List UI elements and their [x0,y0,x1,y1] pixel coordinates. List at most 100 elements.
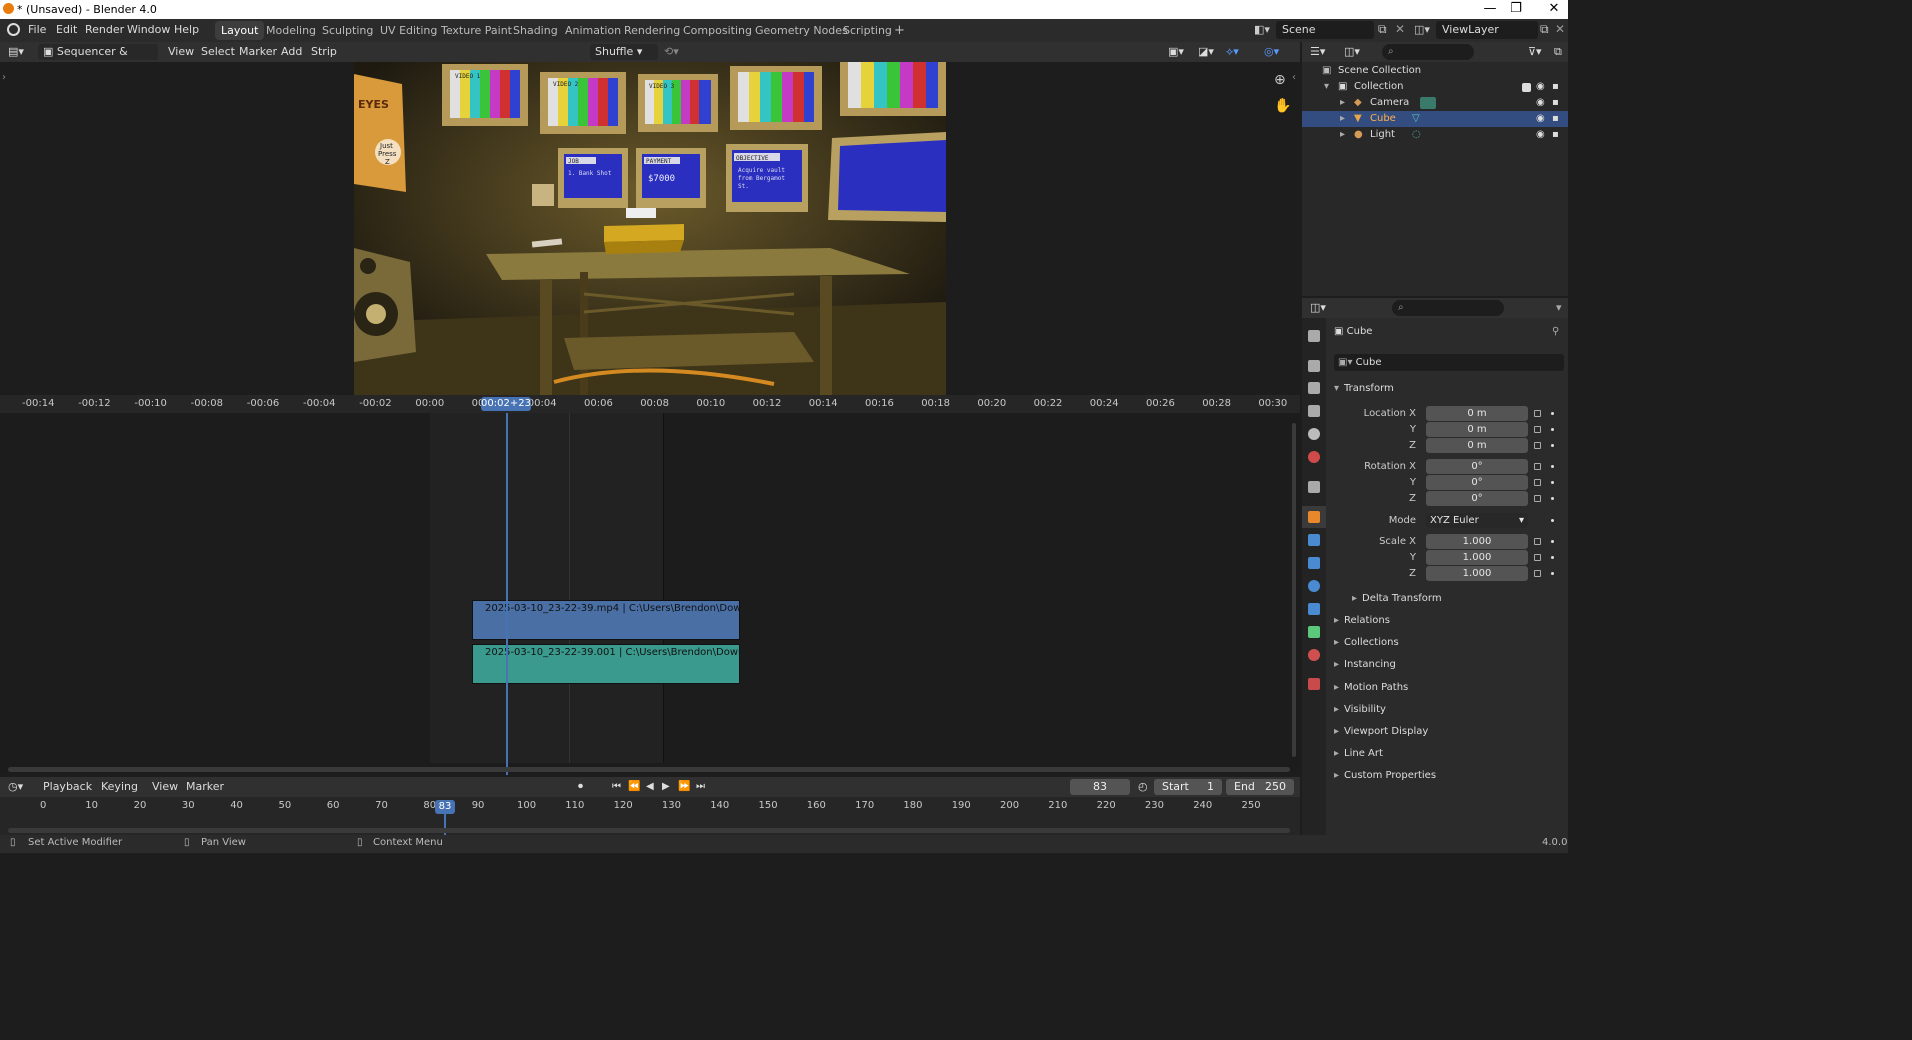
display-mode-icon[interactable]: ◫▾ [1344,44,1360,60]
expand-right-icon[interactable]: ▸ [1340,95,1345,111]
panel-collections[interactable]: ▸ Collections [1334,633,1562,653]
rotation-mode-dropdown[interactable]: XYZ Euler ▾ [1426,513,1528,528]
expand-down-icon[interactable]: ▾ [1324,79,1329,95]
properties-options-icon[interactable]: ▾ [1556,300,1562,316]
outliner-search-input[interactable]: ⌕ [1382,44,1474,60]
tab-uv-editing[interactable]: UV Editing [374,21,443,40]
filter-icon[interactable]: ⊽▾ [1528,44,1542,60]
panel-relations[interactable]: ▸ Relations [1334,611,1562,631]
visibility-eye-icon[interactable]: ◉ [1536,79,1545,95]
menu-view[interactable]: View [168,44,194,60]
timeline-scrollbar[interactable] [8,828,1290,833]
render-camera-icon[interactable]: ▪ [1552,95,1559,111]
outliner-item-cube[interactable]: ▸ ▼ Cube ▽ ◉ ▪ [1302,111,1568,127]
camera-data-icon[interactable] [1420,97,1436,109]
view-type-icon[interactable]: ▣▾ [1168,44,1184,60]
clock-icon[interactable]: ◴ [1138,779,1148,795]
keyframe-dot-icon[interactable] [1551,556,1554,559]
panel-custom-properties[interactable]: ▸ Custom Properties [1334,766,1562,786]
display-channel-icon[interactable]: ◪▾ [1198,44,1214,60]
timeline-current-frame-badge[interactable]: 83 [435,800,455,814]
keyframe-dot-icon[interactable] [1551,572,1554,575]
lock-icon[interactable] [1534,426,1541,433]
add-workspace-button[interactable]: + [888,21,911,40]
lock-icon[interactable] [1534,570,1541,577]
rotation-z-field[interactable]: 0° [1426,491,1528,506]
constraints-tab-icon[interactable] [1308,603,1320,615]
gizmo-icon[interactable]: ⟡▾ [1226,44,1239,60]
toolbar-toggle-icon[interactable]: › [2,72,6,83]
sequencer-time-ruler[interactable]: -00:14 -00:12 -00:10 -00:08 -00:06 -00:04 -00:… [0,395,1300,413]
sequencer-strip-area[interactable]: 2025-03-10_23-22-39.mp4 | C:\Users\Brend… [0,413,1300,775]
visibility-eye-icon[interactable]: ◉ [1536,95,1545,111]
lock-icon[interactable] [1534,410,1541,417]
render-camera-icon[interactable]: ▪ [1552,79,1559,95]
timeline-marker-menu[interactable]: Marker [186,779,224,795]
rotation-x-field[interactable]: 0° [1426,459,1528,474]
menu-help[interactable]: Help [174,23,199,36]
snap-icon[interactable]: ⟲▾ [664,44,679,60]
menu-marker[interactable]: Marker [239,44,277,60]
new-collection-icon[interactable]: ⧉ [1554,44,1562,60]
data-tab-icon[interactable] [1308,626,1320,638]
outliner[interactable]: ▣ Scene Collection ▾ ▣ Collection ◉ ▪ ▸ … [1302,62,1568,296]
pin-icon[interactable]: ⚲ [1552,326,1559,337]
play-icon[interactable]: ▶ [662,779,670,795]
record-icon[interactable]: ⏺ [578,779,583,795]
texture-tab-icon[interactable] [1308,678,1320,690]
jump-end-icon[interactable]: ⏭ [696,779,705,795]
sequencer-preview[interactable]: › ⊕ ✋ ‹ VIDEO 1 VIDEO 2 VIDEO 3 JOB 1. B… [0,62,1300,395]
menu-render[interactable]: Render [85,23,124,36]
object-name-field[interactable]: ▣▾ Cube [1334,354,1564,371]
tab-animation[interactable]: Animation [559,21,627,40]
new-scene-icon[interactable]: ⧉ [1378,22,1387,37]
panel-instancing[interactable]: ▸ Instancing [1334,655,1562,675]
outliner-scene-collection[interactable]: ▣ Scene Collection [1302,63,1568,79]
playhead-line[interactable] [506,413,508,775]
modifier-tab-icon[interactable] [1308,534,1320,546]
start-frame-field[interactable]: Start 1 [1154,779,1222,795]
keyframe-dot-icon[interactable] [1551,497,1554,500]
restore-button[interactable]: ❐ [1506,1,1526,16]
jump-keyframe-back-icon[interactable]: ⏪ [628,779,640,795]
keyframe-dot-icon[interactable] [1551,481,1554,484]
transform-panel-header[interactable]: ▾ Transform [1334,379,1562,399]
lock-icon[interactable] [1534,479,1541,486]
sidebar-toggle-icon[interactable]: ‹ [1292,72,1296,83]
close-button[interactable]: ✕ [1544,1,1564,16]
menu-window[interactable]: Window [127,23,170,36]
sequencer-mode-dropdown[interactable]: ▣ Sequencer & Preview ▾ [38,44,158,74]
tool-tab-icon[interactable] [1308,330,1320,342]
expand-right-icon[interactable]: ▸ [1340,127,1345,143]
current-frame-field[interactable]: 83 [1070,779,1130,795]
render-camera-icon[interactable]: ▪ [1552,127,1559,143]
outliner-collection[interactable]: ▾ ▣ Collection ◉ ▪ [1302,79,1568,95]
lock-icon[interactable] [1534,495,1541,502]
location-z-field[interactable]: 0 m [1426,438,1528,453]
overlap-mode-dropdown[interactable]: Shuffle ▾ [590,44,658,60]
scene-browse-icon[interactable]: ◧▾ [1254,23,1272,37]
expand-right-icon[interactable]: ▸ [1340,111,1345,127]
material-tab-icon[interactable] [1308,649,1320,661]
timeline-frame-ruler[interactable]: 0 10 20 30 40 50 60 70 80 90 100 110 120 130 140 150 160… [0,797,1300,835]
delta-transform-subpanel[interactable]: ▸ Delta Transform [1352,589,1552,609]
movie-strip[interactable]: 2025-03-10_23-22-39.mp4 | C:\Users\Brend… [472,600,740,640]
sound-strip[interactable]: 2025-03-10_23-22-39.001 | C:\Users\Brend… [472,644,740,684]
playhead-time-label[interactable]: 00:02+23 [481,397,531,411]
keyframe-dot-icon[interactable] [1551,412,1554,415]
world-tab-icon[interactable] [1308,451,1320,463]
view-layer-tab-icon[interactable] [1308,405,1320,417]
keying-menu[interactable]: Keying ▾ [96,779,144,809]
keyframe-dot-icon[interactable] [1551,519,1554,522]
output-tab-icon[interactable] [1308,382,1320,394]
keyframe-dot-icon[interactable] [1551,465,1554,468]
lock-icon[interactable] [1534,463,1541,470]
mesh-data-icon[interactable]: ▽ [1412,111,1420,127]
overlay-icon[interactable]: ◎▾ [1264,44,1279,60]
keyframe-dot-icon[interactable] [1551,540,1554,543]
properties-search-input[interactable]: ⌕ [1392,300,1504,316]
outliner-item-camera[interactable]: ▸ ◆ Camera ◉ ▪ [1302,95,1568,111]
minimize-button[interactable]: — [1480,1,1500,16]
rotation-y-field[interactable]: 0° [1426,475,1528,490]
vertical-scrollbar[interactable] [1292,423,1296,757]
